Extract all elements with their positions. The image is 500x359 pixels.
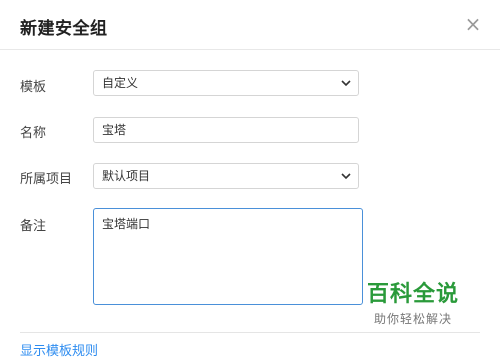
remark-textarea[interactable]: 宝塔端口 bbox=[93, 208, 363, 305]
chevron-down-icon bbox=[341, 173, 351, 180]
dialog-title: 新建安全组 bbox=[20, 19, 108, 39]
name-label: 名称 bbox=[20, 126, 47, 141]
watermark-logo: 百科全说 助你轻松解决 bbox=[363, 276, 463, 327]
new-security-group-dialog: 新建安全组 × 模板 自定义 名称 宝塔 所属项目 默认项目 备注 宝塔端口 显… bbox=[0, 0, 500, 359]
name-input[interactable]: 宝塔 bbox=[93, 117, 359, 143]
footer-divider bbox=[20, 332, 480, 333]
chevron-down-icon bbox=[341, 80, 351, 87]
template-select-value: 自定义 bbox=[102, 76, 139, 90]
project-select-value: 默认项目 bbox=[102, 169, 151, 183]
watermark-main-text: 百科全说 bbox=[366, 282, 459, 307]
template-label: 模板 bbox=[20, 80, 47, 95]
template-select[interactable]: 自定义 bbox=[93, 70, 359, 96]
close-icon[interactable]: × bbox=[462, 13, 484, 35]
header-divider bbox=[0, 49, 500, 50]
watermark-sub-text: 助你轻松解决 bbox=[373, 312, 452, 326]
remark-label: 备注 bbox=[20, 219, 47, 234]
project-label: 所属项目 bbox=[20, 172, 73, 187]
project-select[interactable]: 默认项目 bbox=[93, 163, 359, 189]
